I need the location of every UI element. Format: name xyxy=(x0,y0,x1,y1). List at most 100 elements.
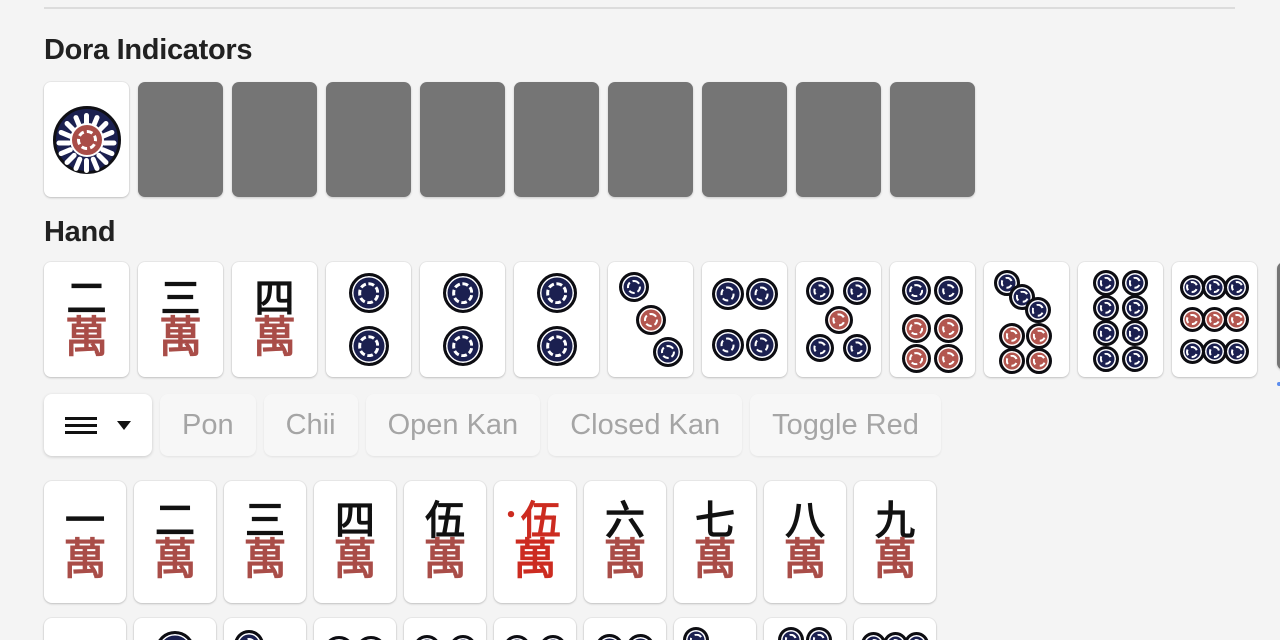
tile-2-pin[interactable] xyxy=(326,262,411,377)
pin-face xyxy=(702,262,787,377)
tile-8-man[interactable]: 八萬 xyxy=(764,481,846,603)
man-face: 四萬 xyxy=(314,481,396,603)
pin-dot xyxy=(934,276,964,306)
pin-face xyxy=(1172,262,1257,377)
pin-dot xyxy=(711,328,744,361)
pin-dot xyxy=(1026,322,1053,349)
tile-8-pin[interactable] xyxy=(1078,262,1163,377)
dora-hidden-tile[interactable] xyxy=(514,82,599,197)
pin-dot xyxy=(539,634,568,640)
pin-dot xyxy=(635,304,666,335)
tile-4-man[interactable]: 四萬 xyxy=(314,481,396,603)
hand-tile-row: 二萬三萬四萬 xyxy=(44,262,1280,386)
one-pin-core xyxy=(69,122,104,157)
one-pin-flower xyxy=(52,105,121,174)
pin-face xyxy=(854,618,936,640)
man-wan-glyph: 萬 xyxy=(873,535,917,586)
pin-face xyxy=(494,618,576,640)
man-wan-glyph: 萬 xyxy=(243,535,287,586)
tile-4-pin[interactable] xyxy=(702,262,787,377)
pin-face xyxy=(314,618,396,640)
toggle-red-button[interactable]: Toggle Red xyxy=(750,394,941,456)
pin-dot xyxy=(155,630,195,640)
tile-2-pin[interactable] xyxy=(514,262,599,377)
tile-2-man[interactable]: 二萬 xyxy=(134,481,216,603)
tile-5-pin-red[interactable] xyxy=(796,262,881,377)
dora-hidden-tile[interactable] xyxy=(138,82,223,197)
pin-face xyxy=(764,618,846,640)
closed-kan-button[interactable]: Closed Kan xyxy=(548,394,743,456)
tile-6-pin[interactable] xyxy=(890,262,975,377)
tile-4-pin[interactable] xyxy=(314,618,396,640)
pin-dot xyxy=(805,626,832,640)
pin-dot xyxy=(745,278,778,311)
pon-button[interactable]: Pon xyxy=(160,394,256,456)
tile-6-man[interactable]: 六萬 xyxy=(584,481,666,603)
man-face: 八萬 xyxy=(764,481,846,603)
chii-button[interactable]: Chii xyxy=(263,394,358,456)
tile-8-pin[interactable] xyxy=(764,618,846,640)
action-bar: Pon Chii Open Kan Closed Kan Toggle Red xyxy=(44,394,941,456)
pin-dot xyxy=(901,314,931,344)
pin-dot xyxy=(805,334,834,363)
tile-5-pin[interactable] xyxy=(404,618,486,640)
tile-9-pin[interactable] xyxy=(1172,262,1257,377)
man-face: 三萬 xyxy=(224,481,306,603)
man-face: 三萬 xyxy=(138,262,223,377)
tile-3-man[interactable]: 三萬 xyxy=(138,262,223,377)
pin-dot xyxy=(861,632,887,640)
tile-5-man-red[interactable]: 伍萬 xyxy=(494,481,576,603)
pin-face xyxy=(984,262,1069,377)
tile-7-pin[interactable] xyxy=(984,262,1069,377)
one-pin-petal xyxy=(84,157,89,173)
man-wan-glyph: 萬 xyxy=(513,535,557,586)
tile-3-pin[interactable] xyxy=(224,618,306,640)
sort-menu-dropdown[interactable] xyxy=(44,394,152,456)
pin-dot xyxy=(594,634,624,640)
pin-dot xyxy=(999,322,1026,349)
open-kan-button[interactable]: Open Kan xyxy=(365,394,541,456)
man-wan-glyph: 萬 xyxy=(783,535,827,586)
tile-7-man[interactable]: 七萬 xyxy=(674,481,756,603)
pin-dot xyxy=(1026,347,1053,374)
tile-6-pin[interactable] xyxy=(584,618,666,640)
tile-9-man[interactable]: 九萬 xyxy=(854,481,936,603)
tile-2-man[interactable]: 二萬 xyxy=(44,262,129,377)
man-face: 伍萬 xyxy=(494,481,576,603)
tile-9-pin[interactable] xyxy=(854,618,936,640)
tile-1-pin[interactable] xyxy=(44,82,129,197)
dora-hidden-tile[interactable] xyxy=(232,82,317,197)
man-face: 二萬 xyxy=(44,262,129,377)
dora-hidden-tile[interactable] xyxy=(796,82,881,197)
pin-dot xyxy=(903,632,929,640)
dora-hidden-tile[interactable] xyxy=(702,82,787,197)
pin-dot xyxy=(1121,295,1148,321)
dora-hidden-tile[interactable] xyxy=(608,82,693,197)
tile-4-man[interactable]: 四萬 xyxy=(232,262,317,377)
man-face: 一萬 xyxy=(44,481,126,603)
tile-3-pin-red[interactable] xyxy=(608,262,693,377)
tile-1-man[interactable]: 一萬 xyxy=(44,481,126,603)
man-wan-glyph: 萬 xyxy=(153,535,197,586)
pin-dot xyxy=(882,632,908,640)
tile-2-pin[interactable] xyxy=(420,262,505,377)
man-face: 伍萬 xyxy=(404,481,486,603)
dora-hidden-tile[interactable] xyxy=(420,82,505,197)
pin-dot xyxy=(1093,295,1120,321)
pin-dot xyxy=(1093,320,1120,347)
tile-5-man[interactable]: 伍萬 xyxy=(404,481,486,603)
tile-5-pin-red[interactable] xyxy=(494,618,576,640)
dora-hidden-tile[interactable] xyxy=(890,82,975,197)
pin-dot xyxy=(233,629,264,640)
pin-face xyxy=(420,262,505,377)
tile-3-man[interactable]: 三萬 xyxy=(224,481,306,603)
dora-hidden-tile[interactable] xyxy=(326,82,411,197)
pin-dot xyxy=(1121,345,1148,372)
tile-2-pin[interactable] xyxy=(134,618,216,640)
man-face: 七萬 xyxy=(674,481,756,603)
pin-dot xyxy=(1093,269,1120,296)
tile-7-pin[interactable] xyxy=(674,618,756,640)
pin-dot xyxy=(711,278,744,311)
tile-1-pin[interactable] xyxy=(44,618,126,640)
top-divider xyxy=(44,7,1235,9)
